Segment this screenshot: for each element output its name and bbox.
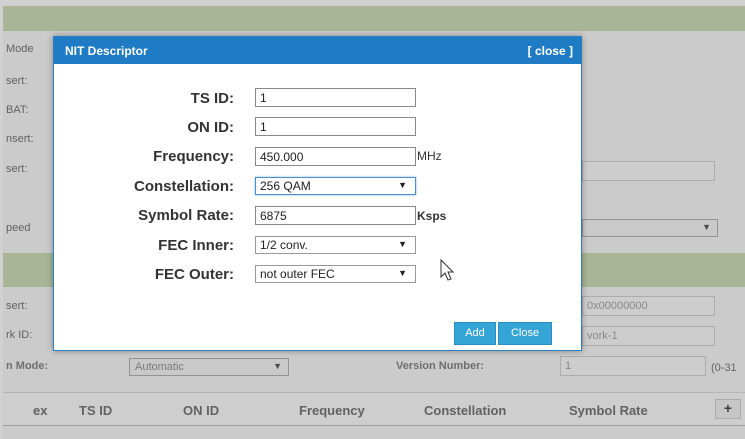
symbol-rate-input[interactable]: [255, 206, 416, 225]
frequency-input[interactable]: [255, 147, 416, 166]
dialog-header: NIT Descriptor [ close ]: [54, 37, 581, 64]
frequency-unit: MHz: [417, 149, 442, 163]
fec-outer-value: not outer FEC: [260, 267, 335, 281]
nit-descriptor-dialog: NIT Descriptor [ close ] TS ID: ON ID: F…: [53, 36, 582, 351]
symbol-rate-unit: Ksps: [417, 209, 447, 223]
dialog-title: NIT Descriptor: [65, 44, 148, 58]
chevron-down-icon: ▼: [398, 239, 407, 249]
chevron-down-icon: ▼: [398, 268, 407, 278]
on-id-label: ON ID:: [187, 119, 234, 136]
dialog-close-link[interactable]: [ close ]: [528, 44, 573, 58]
mouse-pointer-icon: [440, 259, 455, 281]
constellation-value: 256 QAM: [260, 179, 311, 193]
close-button[interactable]: Close: [498, 322, 552, 345]
constellation-label: Constellation:: [134, 178, 234, 195]
fec-outer-select[interactable]: not outer FEC ▼: [255, 265, 416, 283]
add-button[interactable]: Add: [454, 322, 496, 345]
constellation-select[interactable]: 256 QAM ▼: [255, 177, 416, 195]
ts-id-label: TS ID:: [190, 90, 234, 107]
chevron-down-icon: ▼: [398, 180, 407, 190]
ts-id-input[interactable]: [255, 88, 416, 107]
fec-inner-label: FEC Inner:: [158, 237, 234, 254]
fec-inner-select[interactable]: 1/2 conv. ▼: [255, 236, 416, 254]
on-id-input[interactable]: [255, 117, 416, 136]
frequency-label: Frequency:: [153, 148, 234, 165]
fec-outer-label: FEC Outer:: [154, 266, 234, 283]
symbol-rate-label: Symbol Rate:: [138, 207, 234, 224]
fec-inner-value: 1/2 conv.: [260, 238, 308, 252]
